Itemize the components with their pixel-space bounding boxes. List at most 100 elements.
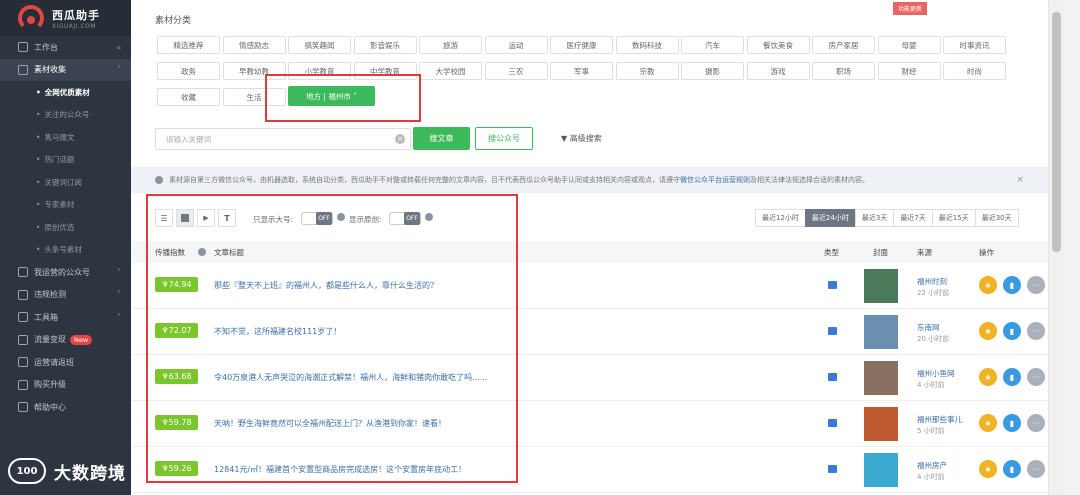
category-tag[interactable]: 医疗健康 (550, 36, 613, 54)
region-dropdown[interactable]: 地方 | 福州市 ˅ (288, 86, 375, 106)
submenu-item-followed[interactable]: 关注的公众号 (0, 104, 131, 127)
question-icon[interactable] (425, 213, 433, 221)
source-name-link[interactable]: 东南网 (917, 322, 940, 333)
sidebar-item-dashboard[interactable]: 工作台 « (0, 36, 131, 59)
star-icon[interactable]: ★ (979, 460, 997, 478)
category-tag[interactable]: 宗教 (615, 62, 679, 80)
scrollbar[interactable] (1048, 0, 1064, 495)
category-tag[interactable]: 旅游 (419, 36, 482, 54)
category-tag[interactable]: 情感励志 (222, 36, 286, 54)
time-tab[interactable]: 最近24小时 (804, 209, 855, 227)
article-title-link[interactable]: 12841元/㎡！福建首个安置型商品房完成选房！这个安置房年底动工！ (214, 464, 466, 475)
chart-icon[interactable]: ▮ (1003, 276, 1021, 294)
text-view-icon[interactable]: T (218, 209, 236, 227)
submenu-item-all[interactable]: 全网优质素材 (0, 81, 131, 104)
submenu-item-expert[interactable]: 专家素材 (0, 194, 131, 217)
submenu-item-keywords[interactable]: 关键词订阅 (0, 171, 131, 194)
chart-icon[interactable]: ▮ (1003, 460, 1021, 478)
category-tag[interactable]: 中学教育 (353, 62, 417, 80)
category-tag[interactable]: 早教幼教 (222, 62, 286, 80)
chart-icon[interactable]: ▮ (1003, 414, 1021, 432)
category-tag[interactable]: 大学校园 (419, 62, 482, 80)
sidebar-item-toolbox[interactable]: 工具箱 ˅ (0, 306, 131, 329)
category-tag[interactable]: 摄影 (681, 62, 744, 80)
chart-icon[interactable]: ▮ (1003, 368, 1021, 386)
submenu-item-toutiao[interactable]: 头条号素材 (0, 239, 131, 262)
question-icon[interactable] (198, 248, 206, 256)
category-tag[interactable]: 餐饮美食 (746, 36, 810, 54)
more-icon[interactable]: ··· (1027, 460, 1045, 478)
category-tag[interactable]: 运动 (484, 36, 548, 54)
category-tag[interactable]: 时事资讯 (943, 36, 1006, 54)
cover-thumbnail[interactable] (864, 453, 898, 487)
article-title-link[interactable]: 不知不觉，这所福建名校111岁了！ (214, 326, 341, 337)
article-title-link[interactable]: 令40万泉港人无声哭泣的海潮正式解禁！福州人，海鲜和猪肉你敢吃了吗...... (214, 372, 487, 383)
image-view-icon[interactable] (176, 209, 194, 227)
sidebar-item-monetize[interactable]: 流量变现 New (0, 329, 131, 352)
sidebar-item-violation[interactable]: 违规检测 ˅ (0, 284, 131, 307)
star-icon[interactable]: ★ (979, 414, 997, 432)
star-icon[interactable]: ★ (979, 368, 997, 386)
logo[interactable]: 西瓜助手 XIGUAJI.COM (0, 0, 131, 36)
category-tag[interactable]: 军事 (550, 62, 613, 80)
time-tab[interactable]: 最近3天 (854, 209, 894, 227)
list-view-icon[interactable]: ☰ (155, 209, 173, 227)
source-name-link[interactable]: 福州小鱼网 (917, 368, 955, 379)
chart-icon[interactable]: ▮ (1003, 322, 1021, 340)
search-input[interactable]: 请输入关键词 × (155, 128, 411, 150)
category-tag[interactable]: 小学教育 (288, 62, 351, 80)
submenu-item-hot-articles[interactable]: 隽马爆文 (0, 126, 131, 149)
original-toggle[interactable]: OFF (389, 212, 421, 225)
table-row[interactable]: ♆ 63.68 令40万泉港人无声哭泣的海潮正式解禁！福州人，海鲜和猪肉你敢吃了吗… (131, 355, 1048, 401)
category-tag[interactable]: 收藏 (157, 88, 220, 106)
search-article-button[interactable]: 搜文章 (413, 127, 470, 150)
category-tag[interactable]: 时尚 (943, 62, 1006, 80)
table-row[interactable]: ♆ 59.26 12841元/㎡！福建首个安置型商品房完成选房！这个安置房年底动工… (131, 447, 1048, 493)
cover-thumbnail[interactable] (864, 269, 898, 303)
sidebar-item-training[interactable]: 运营请返班 (0, 351, 131, 374)
article-title-link[interactable]: 天呐！野生海鲜竟然可以全福州配送上门？从渔港到你家！速看！ (214, 418, 446, 429)
rules-link[interactable]: 微信公众平台运营规则 (680, 175, 750, 185)
sidebar-item-upgrade[interactable]: 购买升级 (0, 374, 131, 397)
more-icon[interactable]: ··· (1027, 368, 1045, 386)
category-tag[interactable]: 职场 (812, 62, 875, 80)
sidebar-item-my-accounts[interactable]: 我运营的公众号 ˅ (0, 261, 131, 284)
source-name-link[interactable]: 福州房产 (917, 460, 947, 471)
cover-thumbnail[interactable] (864, 315, 898, 349)
category-tag[interactable]: 财经 (877, 62, 941, 80)
category-tag[interactable]: 搞笑趣闻 (288, 36, 351, 54)
close-icon[interactable]: × (1016, 175, 1024, 185)
category-tag[interactable]: 游戏 (746, 62, 810, 80)
advanced-search-link[interactable]: ▼ 高级搜索 (561, 133, 602, 144)
table-row[interactable]: ♆ 59.78 天呐！野生海鲜竟然可以全福州配送上门？从渔港到你家！速看！ 福州那些… (131, 401, 1048, 447)
big-account-toggle[interactable]: OFF (301, 212, 333, 225)
star-icon[interactable]: ★ (979, 322, 997, 340)
cover-thumbnail[interactable] (864, 361, 898, 395)
clear-icon[interactable]: × (395, 134, 405, 144)
submenu-item-original[interactable]: 原创优选 (0, 216, 131, 239)
category-tag[interactable]: 影音娱乐 (353, 36, 417, 54)
source-name-link[interactable]: 福州那些事儿 (917, 414, 962, 425)
category-tag[interactable]: 政务 (157, 62, 220, 80)
time-tab[interactable]: 最近12小时 (755, 209, 805, 227)
star-icon[interactable]: ★ (979, 276, 997, 294)
more-icon[interactable]: ··· (1027, 276, 1045, 294)
sidebar-item-material[interactable]: 素材收集 ˄ (0, 58, 131, 81)
category-tag[interactable]: 母婴 (877, 36, 941, 54)
category-tag[interactable]: 三农 (484, 62, 548, 80)
article-title-link[interactable]: 那些『整天不上班』的福州人，都是些什么人，靠什么生活的？ (214, 280, 438, 291)
category-tag[interactable]: 房产家居 (812, 36, 875, 54)
search-account-button[interactable]: 搜公众号 (475, 127, 533, 150)
category-tag[interactable]: 生活 (222, 88, 286, 106)
scrollbar-thumb[interactable] (1052, 12, 1061, 252)
submenu-item-topics[interactable]: 热门话题 (0, 149, 131, 172)
category-tag[interactable]: 数码科技 (615, 36, 679, 54)
collapse-icon[interactable]: « (116, 43, 121, 52)
time-tab[interactable]: 最近7天 (893, 209, 932, 227)
source-name-link[interactable]: 福州时刻 (917, 276, 947, 287)
more-icon[interactable]: ··· (1027, 322, 1045, 340)
time-tab[interactable]: 最近15天 (931, 209, 975, 227)
cover-thumbnail[interactable] (864, 407, 898, 441)
table-row[interactable]: ♆ 74.94 那些『整天不上班』的福州人，都是些什么人，靠什么生活的？ 福州时刻 2… (131, 263, 1048, 309)
sidebar-item-help[interactable]: 帮助中心 (0, 396, 131, 419)
